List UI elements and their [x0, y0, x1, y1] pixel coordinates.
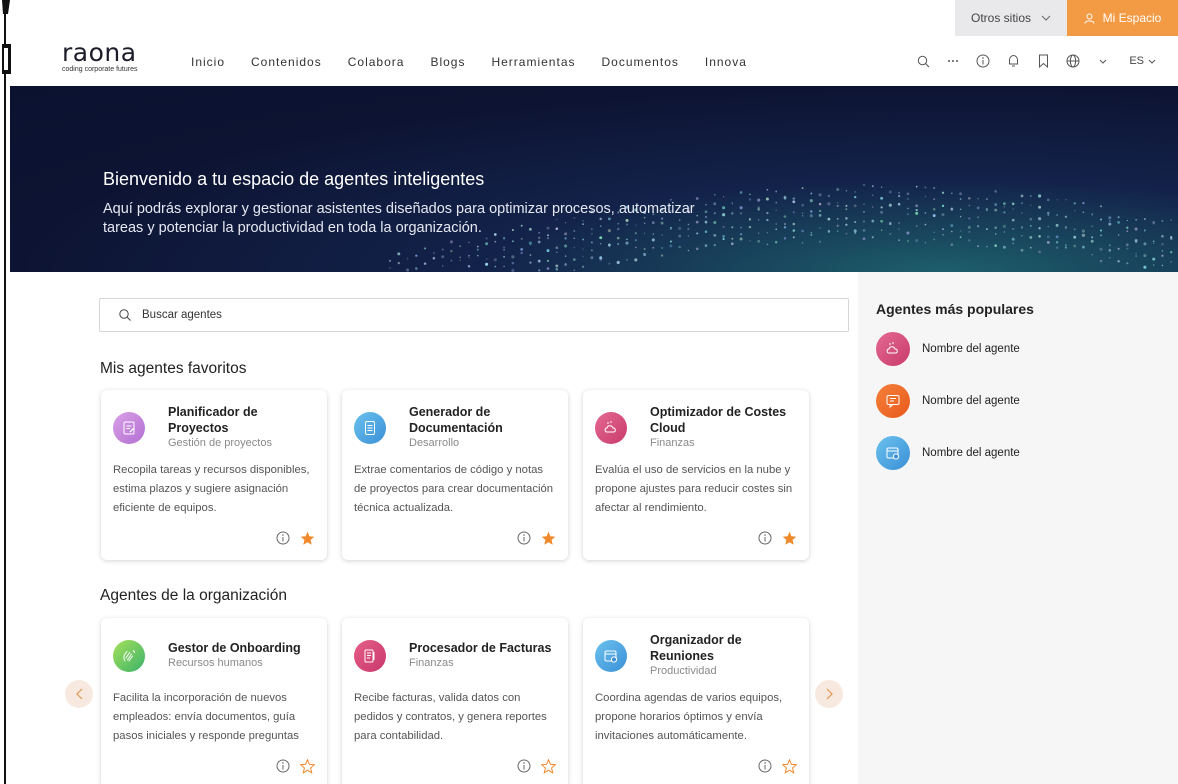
- hero-banner: Bienvenido a tu espacio de agentes intel…: [10, 86, 1178, 272]
- card-title: Gestor de Onboarding: [168, 641, 301, 655]
- card-description: Facilita la incorporación de nuevos empl…: [113, 692, 299, 742]
- chevron-left-icon: [75, 688, 82, 700]
- popular-agent-item[interactable]: Nombre del agente: [876, 435, 1136, 471]
- star-filled-icon[interactable]: [781, 530, 797, 546]
- card-title: Planificador de Proyectos: [168, 405, 258, 435]
- carousel-next-button[interactable]: [815, 680, 843, 708]
- mi-espacio-button[interactable]: Mi Espacio: [1067, 0, 1178, 36]
- popular-agents-panel: Agentes más populares Nombre del agente …: [858, 272, 1178, 784]
- info-icon[interactable]: [757, 758, 773, 774]
- nav-blogs[interactable]: Blogs: [430, 55, 465, 69]
- otros-sitios-label: Otros sitios: [970, 11, 1031, 25]
- scan-edge-artifact: [0, 0, 11, 784]
- star-filled-icon[interactable]: [299, 530, 315, 546]
- cloud-cost-icon: [876, 332, 910, 366]
- nav-colabora[interactable]: Colabora: [348, 55, 405, 69]
- chevron-down-icon: [1148, 59, 1156, 64]
- info-icon[interactable]: [275, 530, 291, 546]
- card-title: Procesador de Facturas: [409, 641, 552, 655]
- chevron-down-icon: [1041, 15, 1051, 21]
- agent-card[interactable]: Optimizador de Costes Cloud Finanzas Eva…: [583, 390, 809, 560]
- agent-card[interactable]: Organizador de Reuniones Productividad C…: [583, 618, 809, 784]
- globe-icon[interactable]: [1061, 50, 1085, 72]
- card-description: Evalúa el uso de servicios en la nube y …: [595, 464, 793, 514]
- raona-logo[interactable]: raona coding corporate futures: [62, 40, 172, 73]
- star-outline-icon[interactable]: [781, 758, 797, 774]
- bookmark-icon[interactable]: [1031, 50, 1055, 72]
- nav-herramientas[interactable]: Herramientas: [491, 55, 575, 69]
- calendar-icon: [595, 640, 627, 672]
- nav-documentos[interactable]: Documentos: [602, 55, 679, 69]
- card-category: Productividad: [650, 665, 717, 677]
- hero-subtitle: Aquí podrás explorar y gestionar asisten…: [103, 201, 695, 236]
- card-category: Gestión de proyectos: [168, 437, 272, 449]
- cloud-cost-icon: [595, 412, 627, 444]
- info-icon[interactable]: [516, 530, 532, 546]
- header-tools: ES: [905, 50, 1156, 72]
- info-icon[interactable]: [971, 50, 995, 72]
- popular-agent-name: Nombre del agente: [922, 395, 1020, 407]
- popular-agent-name: Nombre del agente: [922, 343, 1020, 355]
- chat-icon: [876, 384, 910, 418]
- card-category: Finanzas: [650, 437, 695, 449]
- otros-sitios-dropdown[interactable]: Otros sitios: [955, 0, 1067, 36]
- info-icon[interactable]: [516, 758, 532, 774]
- calendar-icon: [876, 436, 910, 470]
- star-outline-icon[interactable]: [299, 758, 315, 774]
- logo-wordmark: raona: [62, 38, 137, 67]
- card-title: Organizador de Reuniones: [650, 633, 742, 663]
- search-bar[interactable]: [99, 298, 849, 332]
- search-icon[interactable]: [911, 50, 935, 72]
- search-icon: [119, 309, 131, 321]
- hero-title: Bienvenido a tu espacio de agentes intel…: [103, 169, 485, 189]
- nav-inicio[interactable]: Inicio: [191, 55, 225, 69]
- main-nav: Inicio Contenidos Colabora Blogs Herrami…: [191, 55, 773, 69]
- mi-espacio-label: Mi Espacio: [1102, 11, 1162, 25]
- card-description: Extrae comentarios de código y notas de …: [354, 464, 554, 514]
- agent-card[interactable]: Planificador de Proyectos Gestión de pro…: [101, 390, 327, 560]
- card-description: Recibe facturas, valida datos con pedido…: [354, 692, 547, 742]
- popular-agent-item[interactable]: Nombre del agente: [876, 383, 1136, 419]
- card-title: Generador de Documentación: [409, 405, 503, 435]
- card-category: Desarrollo: [409, 437, 460, 449]
- card-description: Recopila tareas y recursos disponibles, …: [113, 464, 310, 514]
- bell-icon[interactable]: [1001, 50, 1025, 72]
- organization-section-title: Agentes de la organización: [100, 587, 287, 604]
- info-icon[interactable]: [275, 758, 291, 774]
- agent-card[interactable]: Procesador de Facturas Finanzas Recibe f…: [342, 618, 568, 784]
- logo-tagline: coding corporate futures: [62, 66, 138, 73]
- chevron-right-icon: [826, 688, 833, 700]
- favorites-section-title: Mis agentes favoritos: [100, 360, 247, 377]
- wave-hand-icon: [113, 640, 145, 672]
- popular-agents-title: Agentes más populares: [876, 301, 1034, 317]
- agent-card[interactable]: Generador de Documentación Desarrollo Ex…: [342, 390, 568, 560]
- invoice-icon: [354, 640, 386, 672]
- carousel-prev-button[interactable]: [65, 680, 93, 708]
- info-icon[interactable]: [757, 530, 773, 546]
- utility-bar: Otros sitios Mi Espacio: [955, 0, 1178, 36]
- search-input[interactable]: [142, 309, 742, 321]
- card-description: Coordina agendas de varios equipos, prop…: [595, 692, 783, 742]
- more-icon[interactable]: [941, 50, 965, 72]
- star-outline-icon[interactable]: [540, 758, 556, 774]
- user-icon: [1084, 13, 1095, 24]
- language-label: ES: [1129, 55, 1144, 67]
- agent-card[interactable]: Gestor de Onboarding Recursos humanos Fa…: [101, 618, 327, 784]
- site-header: raona coding corporate futures Inicio Co…: [10, 36, 1178, 86]
- language-selector[interactable]: ES: [1129, 55, 1156, 67]
- clipboard-edit-icon: [113, 412, 145, 444]
- card-title: Optimizador de Costes Cloud: [650, 405, 787, 435]
- card-category: Finanzas: [409, 657, 454, 669]
- nav-innova[interactable]: Innova: [705, 55, 747, 69]
- nav-contenidos[interactable]: Contenidos: [251, 55, 322, 69]
- card-category: Recursos humanos: [168, 657, 263, 669]
- star-filled-icon[interactable]: [540, 530, 556, 546]
- popular-agent-name: Nombre del agente: [922, 447, 1020, 459]
- document-icon: [354, 412, 386, 444]
- popular-agent-item[interactable]: Nombre del agente: [876, 331, 1136, 367]
- chevron-down-icon[interactable]: [1091, 50, 1115, 72]
